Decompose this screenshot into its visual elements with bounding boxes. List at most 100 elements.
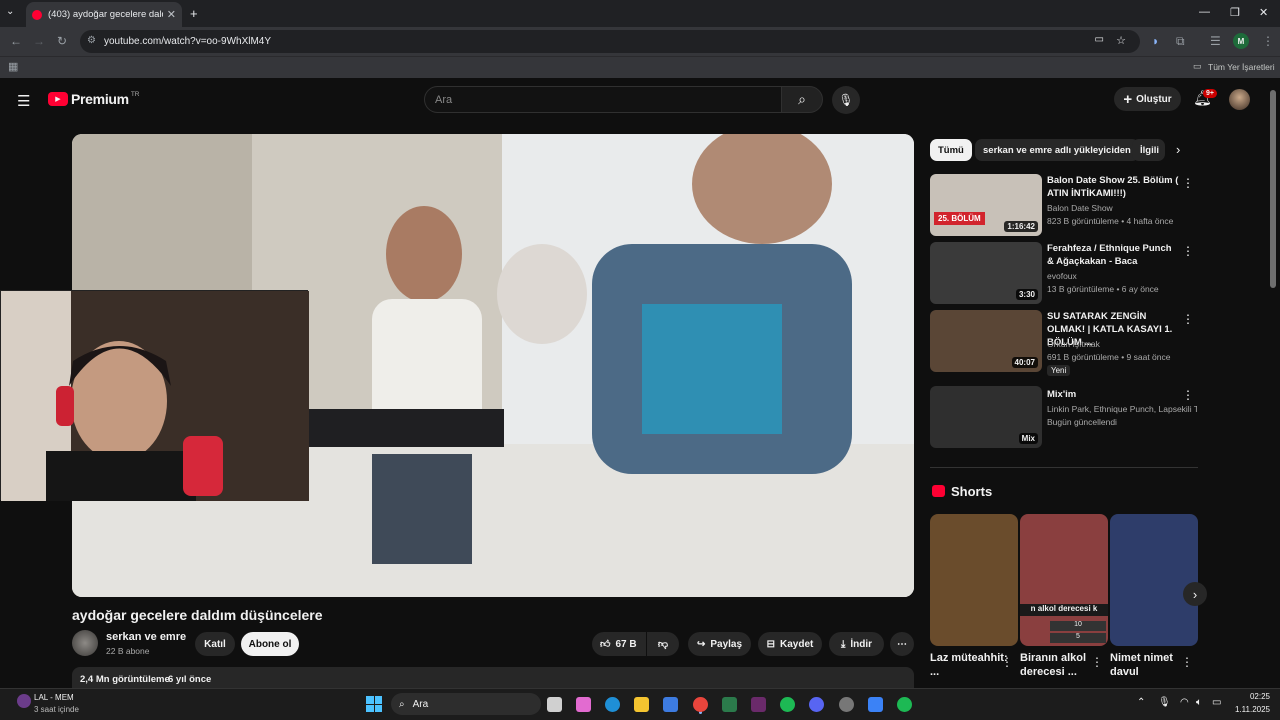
recommendation-item[interactable]: 3:30 Ferahfeza / Ethnique Punch & Ağaçka… [930, 242, 1198, 304]
voice-search-button[interactable]: 🎙︎ [832, 86, 860, 114]
recommendation-title: Ferahfeza / Ethnique Punch & Ağaçkakan -… [1047, 243, 1172, 267]
bookmark-star-icon[interactable]: ☆ [1116, 34, 1126, 47]
cast-icon[interactable]: ▭ [1095, 34, 1104, 45]
shorts-next-button[interactable]: › [1183, 582, 1207, 606]
short-title[interactable]: Nimet nimet davul [1110, 651, 1188, 679]
short-more-icon[interactable]: ⋮ [1181, 655, 1193, 669]
copilot-icon[interactable] [576, 697, 591, 712]
spotify-icon[interactable] [780, 697, 795, 712]
plus-icon: + [1123, 90, 1133, 108]
short-title[interactable]: Laz müteahhit: ... [930, 651, 1008, 679]
recommendation-stats: 691 B görüntüleme • 9 saat önce [1047, 352, 1171, 362]
page-scrollbar[interactable] [1270, 90, 1276, 288]
save-button[interactable]: ⊟ Kaydet [758, 632, 822, 656]
recommendation-thumbnail: 25. BÖLÜM 1:16:42 [930, 174, 1042, 236]
more-options-icon[interactable]: ⋮ [1182, 176, 1194, 190]
youtube-logo[interactable]: ▶ Premium TR [48, 91, 139, 107]
channel-name[interactable]: serkan ve emre [106, 631, 186, 643]
file-explorer-icon[interactable] [634, 697, 649, 712]
like-count: 67 B [615, 638, 637, 650]
forward-icon[interactable]: → [33, 34, 45, 48]
ai-icon[interactable]: ◗ [1152, 34, 1159, 48]
back-icon[interactable]: ← [10, 34, 22, 48]
more-options-icon[interactable]: ⋮ [1182, 244, 1194, 258]
search-icon: ⌕ [399, 698, 405, 710]
address-bar[interactable]: ⚙ youtube.com/watch?v=oo-9WhXlM4Y ☆ ▭ [80, 30, 1140, 53]
join-button[interactable]: Katıl [195, 632, 235, 656]
clock-date[interactable]: 1.11.2025 [1220, 705, 1270, 714]
microphone-icon[interactable]: 🎙︎ [1158, 697, 1171, 708]
site-info-icon[interactable]: ⚙ [87, 35, 96, 46]
wifi-icon[interactable]: ◠ [1180, 697, 1189, 708]
short-more-icon[interactable]: ⋮ [1001, 655, 1013, 669]
tab-search-icon[interactable]: ⌄ [6, 6, 14, 17]
steam-icon[interactable] [839, 697, 854, 712]
short-thumbnail[interactable] [1110, 514, 1198, 646]
dislike-button[interactable]: 👎︎ [647, 632, 679, 656]
more-options-icon[interactable]: ⋮ [1182, 312, 1194, 326]
reading-list-icon[interactable]: ☰ [1210, 34, 1221, 48]
video-duration: 40:07 [1011, 357, 1038, 368]
short-thumbnail[interactable]: n alkol derecesi k 10 5 [1020, 514, 1108, 646]
hamburger-menu-icon[interactable]: ☰ [17, 92, 30, 110]
more-options-icon[interactable]: ⋮ [1182, 388, 1194, 402]
chip-all[interactable]: Tümü [930, 139, 972, 161]
store-icon[interactable] [663, 697, 678, 712]
spotify-icon[interactable] [897, 697, 912, 712]
tray-overflow-icon[interactable]: ⌃ [1137, 697, 1145, 708]
recommendation-thumbnail: 3:30 [930, 242, 1042, 304]
create-button[interactable]: + Oluştur [1114, 87, 1181, 111]
restore-icon[interactable]: ❐ [1230, 6, 1240, 19]
discord-icon[interactable] [809, 697, 824, 712]
channel-avatar[interactable] [72, 630, 98, 656]
subscriber-count: 22 B abone [106, 646, 150, 656]
short-title[interactable]: Biranın alkol derecesi ... [1020, 651, 1098, 679]
shorts-heading: Shorts [951, 484, 993, 499]
user-avatar[interactable] [1229, 89, 1250, 110]
volume-icon[interactable]: 🔈︎ [1196, 697, 1202, 708]
app-icon[interactable] [722, 697, 737, 712]
video-title: aydoğar gecelere daldım düşüncelere [72, 607, 323, 623]
close-tab-icon[interactable]: ✕ [167, 8, 176, 21]
teams-icon[interactable] [868, 697, 883, 712]
chips-next-icon[interactable]: › [1176, 142, 1180, 157]
extensions-icon[interactable]: ⧉ [1176, 34, 1185, 49]
menu-icon[interactable]: ⋮ [1262, 34, 1274, 48]
taskbar-search[interactable]: ⌕ Ara [391, 693, 541, 715]
url-text: youtube.com/watch?v=oo-9WhXlM4Y [104, 36, 272, 47]
recommendation-item[interactable]: 40:07 SU SATARAK ZENGİN OLMAK! | KATLA K… [930, 310, 1198, 376]
profile-avatar[interactable]: M [1233, 33, 1249, 49]
search-input[interactable]: Ara [424, 86, 782, 113]
apps-icon[interactable]: ▦ [8, 60, 18, 73]
close-window-icon[interactable]: ✕ [1259, 6, 1268, 19]
edge-icon[interactable] [605, 697, 620, 712]
all-bookmarks-link[interactable]: Tüm Yer İşaretleri [1208, 62, 1275, 72]
short-thumbnail[interactable] [930, 514, 1018, 646]
reload-icon[interactable]: ↻ [57, 34, 67, 48]
widget-title[interactable]: LAL - MEM [34, 693, 74, 702]
chrome-icon[interactable] [693, 697, 708, 712]
editor-icon[interactable] [751, 697, 766, 712]
recommendation-item[interactable]: Mix Mix'im Linkin Park, Ethnique Punch, … [930, 386, 1198, 448]
share-button[interactable]: ↪ Paylaş [688, 632, 751, 656]
download-button[interactable]: ⤓ İndir [829, 632, 884, 656]
recommendation-item[interactable]: 25. BÖLÜM 1:16:42 Balon Date Show 25. Bö… [930, 174, 1198, 236]
task-view-icon[interactable] [547, 697, 562, 712]
subscribe-button[interactable]: Abone ol [241, 632, 299, 656]
new-tab-button[interactable]: + [190, 6, 198, 21]
search-button[interactable]: ⌕ [781, 86, 823, 113]
minimize-icon[interactable]: — [1199, 6, 1210, 18]
windows-start-icon[interactable] [366, 696, 382, 712]
weather-icon[interactable] [17, 694, 31, 708]
recommendation-stats: Bugün güncellendi [1047, 417, 1117, 427]
chip-from-uploader[interactable]: serkan ve emre adlı yükleyiciden [975, 139, 1139, 161]
folder-icon[interactable]: ▭ [1193, 61, 1202, 72]
thumbs-up-icon: 👍︎ [600, 639, 611, 650]
recommendation-thumbnail: Mix [930, 386, 1042, 448]
browser-tab[interactable]: (403) aydoğar gecelere daldım ✕ [26, 2, 182, 27]
clock-time[interactable]: 02:25 [1230, 692, 1270, 701]
like-button[interactable]: 👍︎ 67 B [592, 632, 646, 656]
chip-related[interactable]: İlgili [1132, 139, 1165, 161]
more-actions-button[interactable]: ⋯ [890, 632, 914, 656]
short-more-icon[interactable]: ⋮ [1091, 655, 1103, 669]
